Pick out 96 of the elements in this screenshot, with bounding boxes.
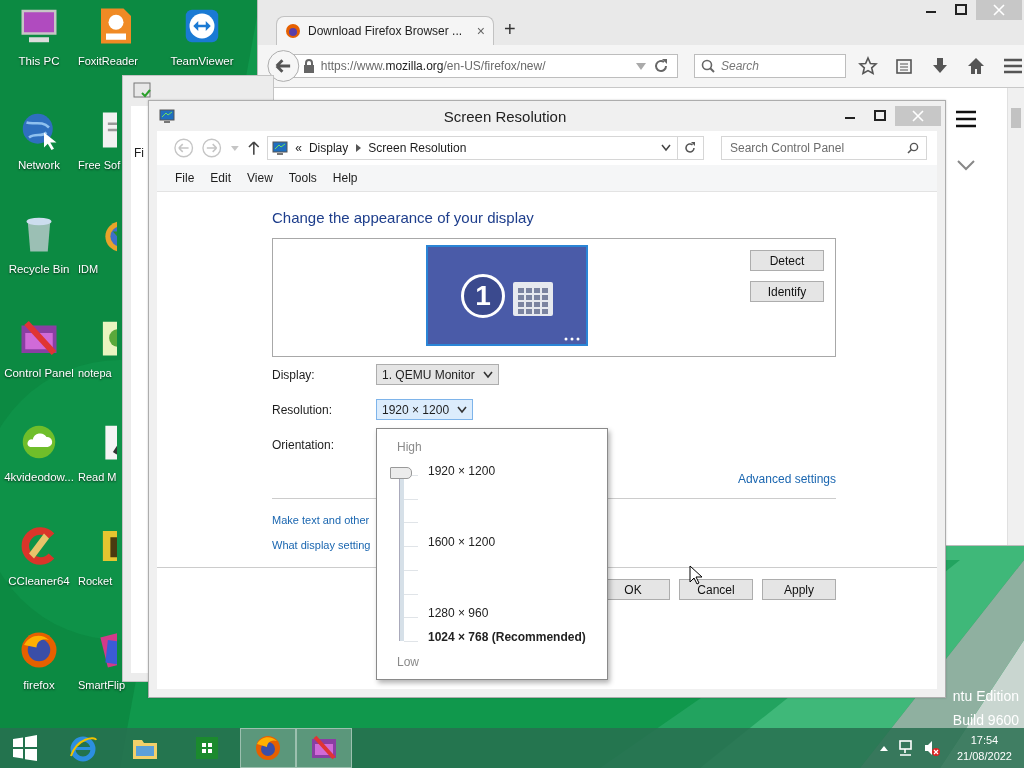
icon-label[interactable]: Control Panel xyxy=(4,367,74,379)
back-button[interactable] xyxy=(267,49,300,83)
edition-text: ntu Edition xyxy=(952,687,1019,706)
icon-label[interactable]: Free Sof xyxy=(78,159,121,171)
resolution-option[interactable]: 1600 × 1200 xyxy=(428,535,496,550)
slider[interactable] xyxy=(390,467,420,643)
tab-close-button[interactable]: × xyxy=(476,23,485,39)
display-thumbnail[interactable]: 1 xyxy=(426,245,588,346)
icon-label[interactable]: SmartFlip xyxy=(78,679,126,691)
refresh-icon xyxy=(683,141,698,155)
menu-item[interactable]: Edit xyxy=(202,171,240,185)
dropdown[interactable]: 1920 × 1200 xyxy=(376,399,474,420)
muted-speaker-icon[interactable] xyxy=(922,739,941,757)
menu-item[interactable]: View xyxy=(239,171,281,185)
clock-time[interactable]: 17:54 xyxy=(970,732,999,748)
star-icon[interactable] xyxy=(858,56,878,76)
store-icon xyxy=(193,734,221,762)
lock-icon xyxy=(302,59,315,73)
chevron-down-icon xyxy=(482,370,493,379)
caret-up-icon[interactable] xyxy=(878,744,889,752)
icon-label[interactable]: 4kvideodow... xyxy=(4,471,74,483)
clipboard-icon[interactable] xyxy=(894,56,914,76)
advanced-settings-link[interactable]: Advanced settings xyxy=(737,472,836,486)
icon-label[interactable]: FoxitReader xyxy=(78,55,138,67)
field-label: Orientation: xyxy=(272,437,336,452)
dialog-button[interactable]: Cancel xyxy=(679,579,753,600)
window-title: Screen Resolution xyxy=(442,107,568,125)
firefox-icon[interactable] xyxy=(19,630,59,670)
url-text: https://www.mozilla.org/en-US/firefox/new/ xyxy=(320,59,546,73)
scale-label: High xyxy=(397,440,422,454)
clock-date[interactable]: 21/08/2022 xyxy=(956,748,1012,764)
menu-icon[interactable] xyxy=(1002,56,1024,76)
resolution-option[interactable]: 1280 × 960 xyxy=(428,606,489,621)
icon-label[interactable]: Read M xyxy=(78,471,117,483)
monitor-icon xyxy=(272,141,289,155)
side-button[interactable]: Identify xyxy=(750,281,824,302)
field-label: Display: xyxy=(272,367,316,382)
slider-thumb[interactable] xyxy=(390,467,412,479)
firefox-icon xyxy=(285,23,301,39)
scale-label: Low xyxy=(397,655,419,669)
window-icon xyxy=(133,82,151,98)
control-panel-icon xyxy=(310,734,338,762)
taskbar-button[interactable] xyxy=(240,728,296,768)
icon-label[interactable]: IDM xyxy=(78,263,99,275)
icon-label[interactable]: firefox xyxy=(23,679,55,691)
browser-e-icon xyxy=(69,734,97,762)
breadcrumb-arrow-icon[interactable] xyxy=(355,144,362,152)
icon-label[interactable]: Network xyxy=(17,159,61,171)
search-field[interactable]: Search xyxy=(694,54,846,78)
field-label: Resolution: xyxy=(272,402,334,417)
menu-item[interactable]: Fi xyxy=(134,146,144,160)
monitor-icon xyxy=(159,109,175,123)
icon-label[interactable]: notepa xyxy=(78,367,112,379)
menu-icon[interactable] xyxy=(954,110,978,128)
dropdown-icon[interactable] xyxy=(660,144,671,152)
help-link[interactable]: Make text and other xyxy=(272,513,370,526)
menu-item[interactable]: Tools xyxy=(280,171,325,185)
windows-logo-icon xyxy=(11,734,39,762)
monitor-number: 1 xyxy=(461,273,505,318)
resolution-option[interactable]: 1920 × 1200 xyxy=(428,464,496,478)
chevron-down-icon xyxy=(457,405,468,414)
dialog-button[interactable]: Apply xyxy=(762,579,836,600)
pointer-icon xyxy=(689,565,703,585)
breadcrumb-chevron[interactable]: « xyxy=(295,141,302,155)
page-heading: Change the appearance of your display xyxy=(272,209,535,226)
network-icon[interactable] xyxy=(896,739,915,757)
tab-title: Download Firefox Browser ... xyxy=(308,24,464,38)
up-arrow-icon[interactable] xyxy=(246,140,261,156)
taskbar-button[interactable] xyxy=(296,728,352,768)
chevron-down-icon[interactable] xyxy=(956,159,976,171)
dots-icon xyxy=(564,337,580,341)
resolution-option[interactable]: 1024 × 768 (Recommended) xyxy=(428,629,586,644)
icon-label[interactable]: CCleaner64 xyxy=(8,575,70,587)
new-tab-button[interactable]: + xyxy=(504,18,516,41)
icon-label[interactable]: Rocket xyxy=(78,575,113,587)
icon-label[interactable]: TeamViewer xyxy=(170,55,234,67)
menu-item[interactable]: File xyxy=(167,171,203,185)
side-button[interactable]: Detect xyxy=(750,250,824,271)
reload-icon[interactable] xyxy=(653,58,669,74)
refresh-button[interactable] xyxy=(677,136,704,160)
breadcrumb-item[interactable]: Screen Resolution xyxy=(368,141,467,155)
icon-label[interactable]: This PC xyxy=(18,55,60,67)
search-field[interactable]: Search Control Panel xyxy=(721,136,927,160)
icon-label[interactable]: Recycle Bin xyxy=(8,263,70,275)
firefox-icon xyxy=(254,734,282,762)
dropdown[interactable]: 1. QEMU Monitor xyxy=(376,364,499,385)
home-icon[interactable] xyxy=(966,56,986,76)
scrollbar[interactable] xyxy=(1007,88,1024,545)
search-icon xyxy=(701,59,715,73)
menu-item[interactable]: Help xyxy=(324,171,366,185)
breadcrumb-item[interactable]: Display xyxy=(308,141,349,155)
help-link[interactable]: What display setting xyxy=(272,538,371,551)
browser-tab[interactable]: Download Firefox Browser ... × xyxy=(276,16,494,45)
search-icon xyxy=(907,142,919,154)
address-bar[interactable]: « Display Screen Resolution xyxy=(267,136,678,160)
address-bar[interactable]: https://www.mozilla.org/en-US/firefox/new/ xyxy=(293,54,678,78)
